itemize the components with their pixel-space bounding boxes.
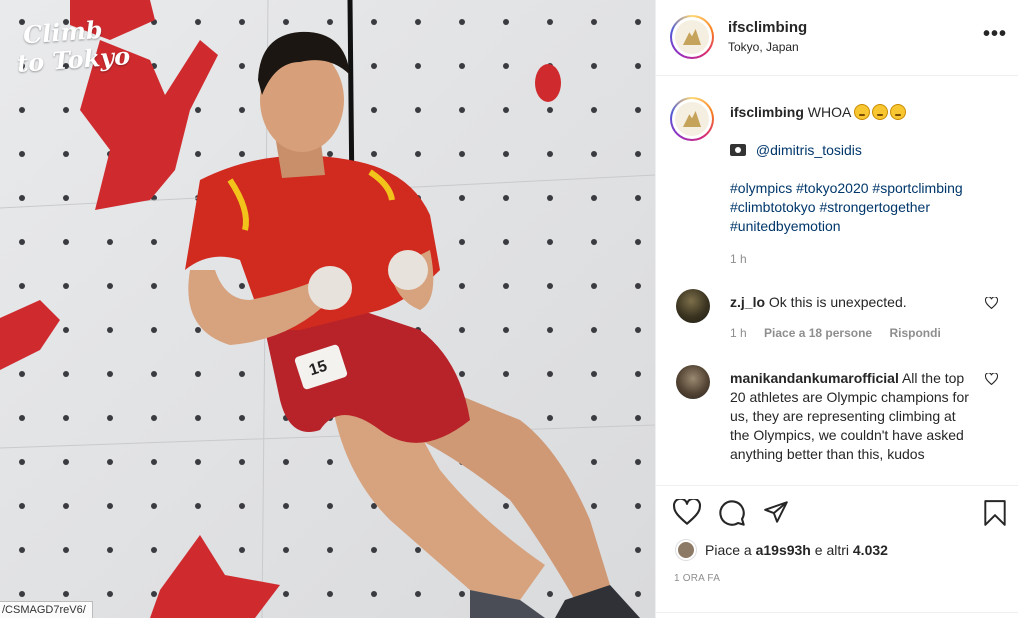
bookmark-icon[interactable] [982,499,1008,527]
likes-suffix: e altri [814,542,849,558]
author-avatar[interactable] [670,15,714,59]
commenter-username[interactable]: z.j_lo [730,294,765,310]
climb-to-tokyo-logo: Climb to Tokyo [16,14,131,78]
likes-prefix: Piace a [705,542,752,558]
status-url: /CSMAGD7reV6/ [0,601,93,618]
ifsc-logo-icon [683,111,701,127]
caption-username[interactable]: ifsclimbing [730,104,804,120]
post-timestamp[interactable]: 1 ORA FA [674,573,720,584]
liker-username[interactable]: a19s93h [756,542,811,558]
send-icon[interactable] [762,499,790,525]
add-comment-divider [656,612,1018,613]
post-sidebar: ifsclimbing Tokyo, Japan ••• ifsclimbing… [655,0,1018,618]
comment-text: Ok this is unexpected. [768,294,907,310]
caption-author-avatar[interactable] [670,97,714,141]
post-actions: Piace a a19s93h e altri 4.032 1 ORA FA [656,485,1018,618]
commenter-username[interactable]: manikandankumarofficial [730,370,899,386]
caption-text: WHOA [807,104,851,120]
heart-icon[interactable] [673,499,701,525]
comments-list[interactable]: ifsclimbing WHOA @dimitris_tosidis #olym… [656,77,1018,484]
liker-avatar[interactable] [676,540,696,560]
caption-timestamp[interactable]: 1 h [730,250,1010,269]
post-header: ifsclimbing Tokyo, Japan ••• [656,0,1018,76]
commenter-avatar[interactable] [676,365,710,399]
like-comment-icon[interactable] [985,297,998,309]
ifsc-logo-icon [683,29,701,45]
commenter-avatar[interactable] [676,289,710,323]
likes-summary[interactable]: Piace a a19s93h e altri 4.032 [676,540,888,560]
post-photo[interactable]: 15 Climb to Tokyo /CSMAGD7reV6/ [0,0,655,618]
hashtags-line[interactable]: #climbtotokyo #strongertogether [730,198,1010,217]
comment-likes-count[interactable]: Piace a 18 persone [764,326,872,340]
more-options-icon[interactable]: ••• [983,24,1007,44]
grimacing-face-icon [854,104,871,120]
reply-button[interactable]: Rispondi [889,326,940,340]
grimacing-face-icon [890,104,907,120]
comment-icon[interactable] [718,499,746,527]
comment-timestamp[interactable]: 1 h [730,326,747,340]
author-username[interactable]: ifsclimbing [728,19,807,36]
photographer-credit-link[interactable]: @dimitris_tosidis [756,142,862,158]
hashtags-line[interactable]: #unitedbyemotion [730,217,1010,236]
hashtags-line[interactable]: #olympics #tokyo2020 #sportclimbing [730,179,1010,198]
like-comment-icon[interactable] [985,373,998,385]
climber-illustration: 15 [0,0,655,618]
likes-count[interactable]: 4.032 [853,542,888,558]
camera-icon [730,144,746,156]
grimacing-face-icon [872,104,889,120]
post-location[interactable]: Tokyo, Japan [728,40,799,54]
